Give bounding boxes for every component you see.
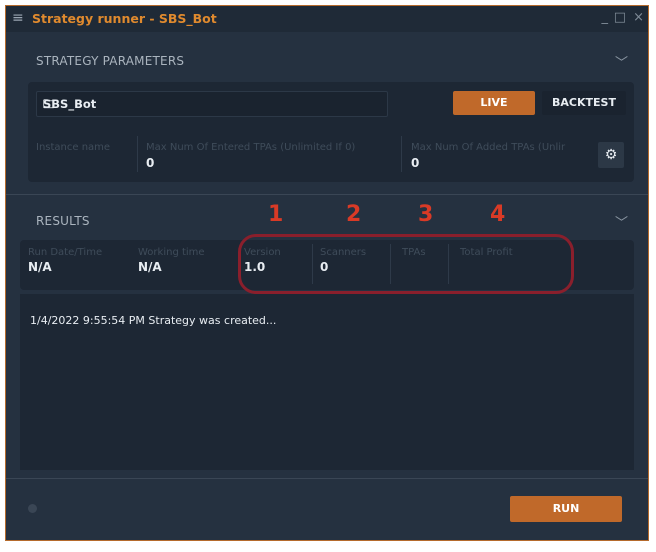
- backtest-button[interactable]: BACKTEST: [542, 91, 626, 115]
- max-added-label: Max Num Of Added TPAs (Unlir: [411, 142, 566, 153]
- strategy-file-input[interactable]: SBS_Bot 🗀: [36, 91, 388, 117]
- instance-name-label: Instance name: [36, 142, 111, 153]
- annotation-number: 4: [490, 202, 506, 227]
- max-entered-label: Max Num Of Entered TPAs (Unlimited If 0): [146, 142, 356, 153]
- maximize-icon[interactable]: □: [614, 10, 626, 25]
- strategy-runner-window: ≡ Strategy runner - SBS_Bot _ □ × STRATE…: [5, 5, 649, 541]
- max-entered-value[interactable]: 0: [146, 156, 154, 170]
- section-divider: [6, 194, 648, 195]
- divider: [401, 136, 402, 172]
- annotation-number: 2: [346, 202, 362, 227]
- run-button[interactable]: RUN: [510, 496, 622, 522]
- divider: [137, 136, 138, 172]
- footer-divider: [6, 478, 648, 479]
- section-title: RESULTS: [36, 214, 90, 228]
- chevron-down-icon[interactable]: ﹀: [615, 52, 628, 71]
- log-entry: 1/4/2022 9:55:54 PM Strategy was created…: [30, 314, 277, 327]
- result-label: Working time: [138, 247, 205, 258]
- annotation-highlight-box: [238, 234, 574, 294]
- window-title: Strategy runner - SBS_Bot: [32, 11, 217, 26]
- close-icon[interactable]: ×: [633, 10, 644, 25]
- annotation-number: 1: [268, 202, 284, 227]
- title-bar: ≡ Strategy runner - SBS_Bot _ □ ×: [6, 6, 648, 32]
- log-panel: 1/4/2022 9:55:54 PM Strategy was created…: [20, 294, 634, 470]
- section-title: STRATEGY PARAMETERS: [36, 54, 185, 68]
- result-value: N/A: [28, 260, 52, 274]
- gear-icon[interactable]: ⚙: [598, 142, 624, 168]
- result-value: N/A: [138, 260, 162, 274]
- chevron-down-icon[interactable]: ﹀: [615, 212, 628, 231]
- annotation-number: 3: [418, 202, 434, 227]
- live-button[interactable]: LIVE: [453, 91, 535, 115]
- result-label: Run Date/Time: [28, 247, 103, 258]
- hamburger-icon[interactable]: ≡: [12, 10, 24, 26]
- strategy-parameters-header[interactable]: STRATEGY PARAMETERS ﹀: [6, 44, 648, 80]
- status-indicator: [28, 504, 37, 513]
- folder-icon[interactable]: 🗀: [43, 97, 379, 116]
- parameters-panel: SBS_Bot 🗀 LIVE BACKTEST Instance name Ma…: [28, 82, 634, 182]
- max-added-value[interactable]: 0: [411, 156, 419, 170]
- minimize-icon[interactable]: _: [602, 10, 609, 25]
